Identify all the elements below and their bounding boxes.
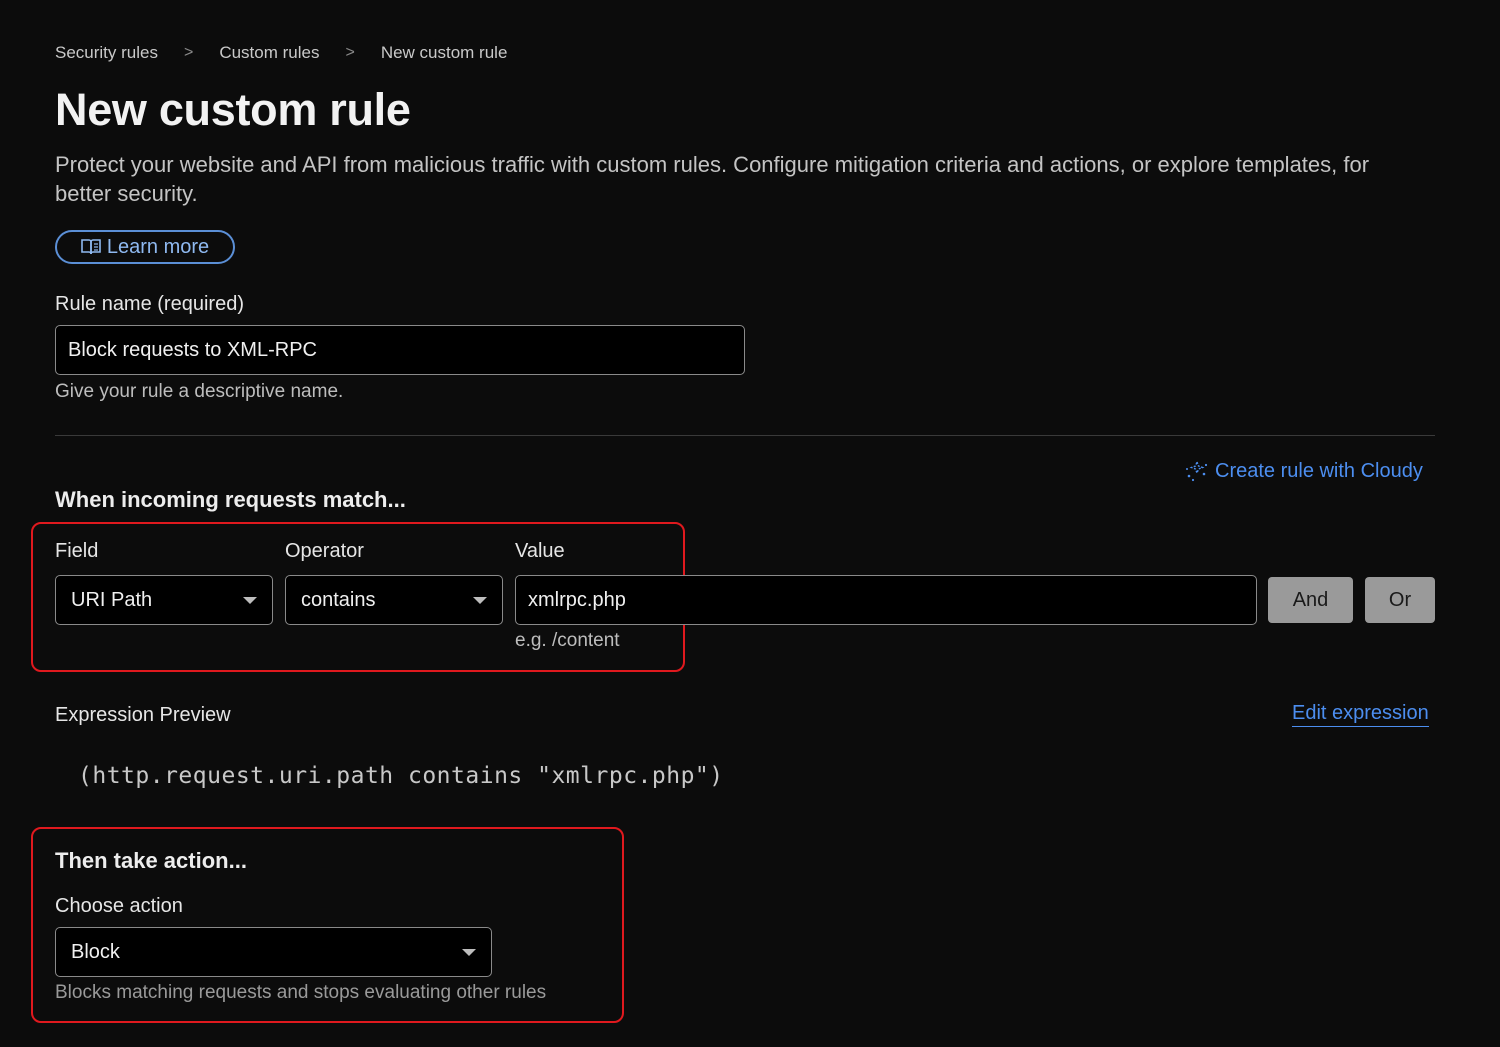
value-hint: e.g. /content [515, 630, 620, 651]
rule-name-input[interactable] [55, 325, 745, 375]
chevron-down-icon [462, 948, 476, 956]
edit-expression-link[interactable]: Edit expression [1292, 702, 1429, 727]
action-section-title: Then take action... [55, 848, 247, 873]
action-select-value: Block [71, 940, 120, 963]
learn-more-button[interactable]: Learn more [55, 230, 235, 264]
create-rule-with-cloudy-link[interactable]: Create rule with Cloudy [1185, 460, 1423, 483]
breadcrumb-current: New custom rule [380, 43, 508, 62]
value-input[interactable] [515, 575, 1257, 625]
choose-action-label: Choose action [55, 895, 183, 917]
chevron-down-icon [473, 596, 487, 604]
field-label: Field [55, 540, 99, 562]
sparkle-icon [1185, 460, 1209, 483]
book-icon [81, 238, 101, 256]
action-hint: Blocks matching requests and stops evalu… [55, 982, 547, 1003]
operator-select-value: contains [301, 588, 376, 611]
operator-select[interactable]: contains [285, 575, 503, 625]
page-title: New custom rule [55, 84, 411, 135]
chevron-down-icon [243, 596, 257, 604]
page-description: Protect your website and API from malici… [55, 152, 1370, 206]
match-section-title: When incoming requests match... [55, 487, 406, 512]
value-label: Value [515, 540, 565, 562]
expression-preview-text: (http.request.uri.path contains "xmlrpc.… [78, 763, 724, 789]
expression-preview-label: Expression Preview [55, 704, 231, 726]
field-select-value: URI Path [71, 588, 153, 611]
rule-name-hint: Give your rule a descriptive name. [55, 381, 344, 402]
and-button[interactable]: And [1268, 577, 1353, 623]
breadcrumb-security-rules[interactable]: Security rules [55, 43, 158, 63]
field-select[interactable]: URI Path [55, 575, 273, 625]
breadcrumb-separator: > [183, 44, 194, 61]
action-select[interactable]: Block [55, 927, 492, 977]
learn-more-label: Learn more [106, 235, 210, 258]
or-button[interactable]: Or [1365, 577, 1435, 623]
breadcrumb-separator: > [345, 44, 355, 61]
cloudy-link-label: Create rule with Cloudy [1215, 460, 1423, 482]
section-divider [55, 435, 1435, 436]
operator-label: Operator [285, 540, 364, 562]
breadcrumb: Security rules > Custom rules > New cust… [55, 43, 507, 63]
rule-name-label: Rule name (required) [55, 293, 244, 315]
breadcrumb-custom-rules[interactable]: Custom rules [219, 43, 319, 63]
